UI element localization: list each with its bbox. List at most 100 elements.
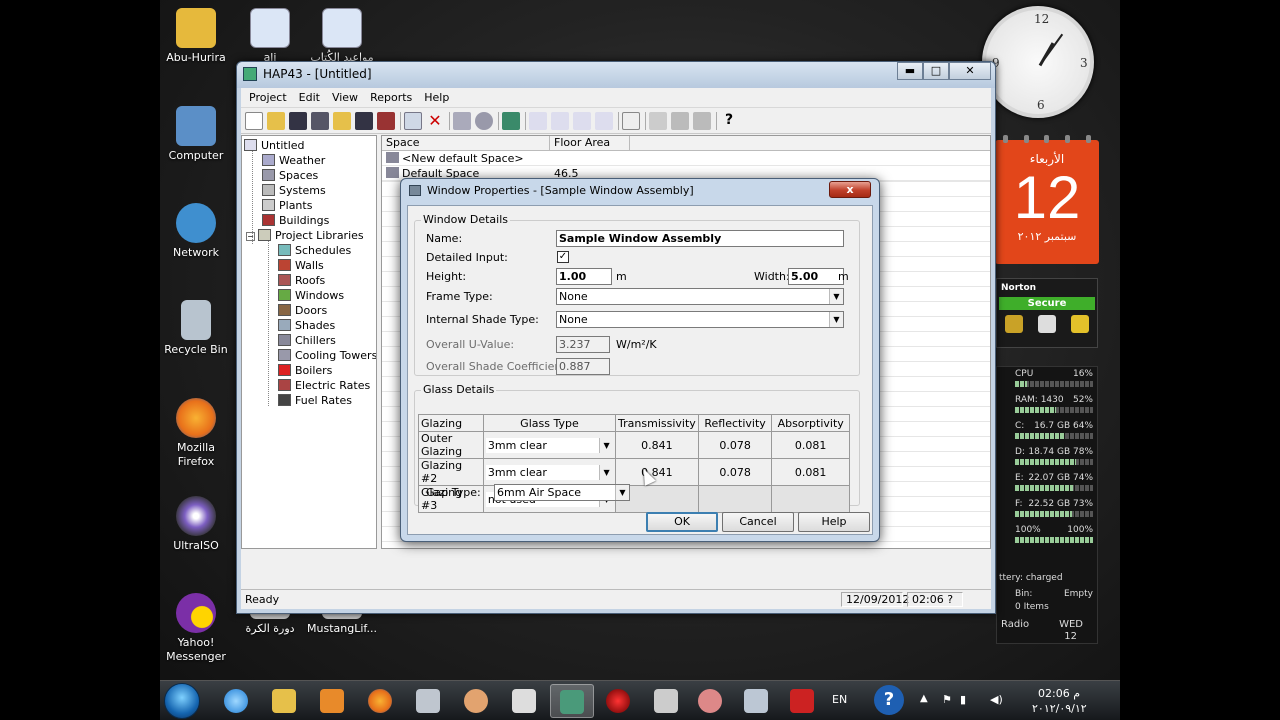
radio-label[interactable]: Radio [1001,619,1029,630]
tree-item-plants[interactable]: Plants [262,198,312,213]
norton-tools-icon[interactable] [1037,315,1056,333]
properties-icon[interactable] [453,111,471,130]
menu-project[interactable]: Project [243,91,293,104]
taskbar-media-player[interactable] [312,684,352,718]
tree-item-weather[interactable]: Weather [262,153,325,168]
list-view-icon[interactable] [573,111,591,130]
tree-item-walls[interactable]: Walls [278,258,324,273]
network-tray-icon[interactable]: ▮ [960,693,966,706]
tree-item-roofs[interactable]: Roofs [278,273,325,288]
edit-icon[interactable] [649,111,667,130]
glass-type-cell[interactable]: 3mm clear ▼ [482,431,617,459]
start-button[interactable] [164,683,200,719]
collapse-icon[interactable]: − [246,232,255,241]
cancel-button[interactable]: Cancel [722,512,794,532]
chevron-down-icon[interactable]: ▼ [829,312,843,327]
tree-item-buildings[interactable]: Buildings [262,213,329,228]
tree-item-chillers[interactable]: Chillers [278,333,336,348]
delete-icon[interactable]: ✕ [426,111,444,130]
menu-view[interactable]: View [326,91,364,104]
norton-gadget[interactable]: Norton Secure [996,278,1098,348]
chevron-down-icon[interactable]: ▼ [829,289,843,304]
tree-item-spaces[interactable]: Spaces [262,168,318,183]
desktop-icon-recycle-bin[interactable]: Recycle Bin [160,300,232,357]
save-icon[interactable] [289,111,307,130]
glass-type-cell[interactable]: 3mm clear ▼ [482,458,617,486]
clock-gadget[interactable]: 12 3 6 9 [982,6,1094,118]
taskbar-acrobat[interactable] [782,684,822,718]
building-icon[interactable] [502,111,520,130]
dialog-title-bar[interactable]: Window Properties - [Sample Window Assem… [401,179,879,203]
calendar-gadget[interactable]: الأربعاء 12 سبتمبر ٢٠١٢ [995,135,1099,264]
view-icon-1[interactable] [529,111,547,130]
tree-item-shades[interactable]: Shades [278,318,335,333]
norton-shield-icon[interactable] [1004,315,1023,333]
taskbar-record[interactable] [598,684,638,718]
taskbar-sync[interactable] [646,684,686,718]
chevron-down-icon[interactable]: ▼ [599,464,614,480]
name-field[interactable]: Sample Window Assembly [556,230,844,247]
save-red-icon[interactable] [377,111,395,130]
tree-item-fuel-rates[interactable]: Fuel Rates [278,393,352,408]
menu-edit[interactable]: Edit [293,91,326,104]
taskbar-calculator[interactable] [736,684,776,718]
gap-type-select[interactable]: 6mm Air Space ▼ [494,484,630,501]
report-icon[interactable] [622,111,640,130]
chevron-down-icon[interactable]: ▼ [599,437,614,453]
tray-arrow-icon[interactable]: ▲ [920,693,928,704]
taskbar-snipping[interactable] [690,684,730,718]
tray-date[interactable]: ٢٠١٢/٠٩/١٢ [1032,702,1087,715]
print-icon[interactable] [693,111,711,130]
taskbar-hap[interactable] [550,684,594,718]
tree-root[interactable]: Untitled [244,138,305,153]
hap-title-bar[interactable]: HAP43 - [Untitled] ▬ □ ✕ [237,62,995,88]
dialog-close-button[interactable]: x [829,181,871,198]
book-icon[interactable] [311,111,329,130]
desktop-icon-computer[interactable]: Computer [160,106,232,163]
minimize-button[interactable]: ▬ [897,62,923,80]
taskbar-explorer[interactable] [264,684,304,718]
desktop-icon-appointments[interactable]: مواعيد الكُتاب [306,8,378,65]
chart-icon[interactable] [671,111,689,130]
tree-item-boilers[interactable]: Boilers [278,363,332,378]
tree-item-project-libraries[interactable]: − Project Libraries [246,228,364,243]
menu-reports[interactable]: Reports [364,91,418,104]
help-icon[interactable]: ? [874,685,904,715]
chevron-down-icon[interactable]: ▼ [615,485,629,500]
tree-item-systems[interactable]: Systems [262,183,326,198]
tray-time[interactable]: 02:06 م [1038,687,1080,700]
desktop-icon-ali[interactable]: ali [234,8,306,65]
height-field[interactable]: 1.00 [556,268,612,285]
desktop-icon-yahoo-messenger[interactable]: Yahoo! Messenger [160,593,232,664]
column-header-floor-area[interactable]: Floor Area [550,136,630,150]
close-button[interactable]: ✕ [949,62,991,80]
column-header-space[interactable]: Space [382,136,550,150]
copy-icon[interactable] [404,111,422,130]
desktop-icon-ultraiso[interactable]: UltraISO [160,496,232,553]
glass-type-select[interactable]: 3mm clear ▼ [485,437,614,453]
taskbar-tool[interactable] [504,684,544,718]
help-button[interactable]: Help [798,512,870,532]
desktop-icon-network[interactable]: Network [160,203,232,260]
save-as-icon[interactable] [355,111,373,130]
language-indicator[interactable]: EN [832,693,847,706]
glass-type-select[interactable]: 3mm clear ▼ [485,464,614,480]
norton-check-icon[interactable] [1071,315,1090,333]
tree-item-windows[interactable]: Windows [278,288,344,303]
new-icon[interactable] [245,111,263,130]
tree-item-doors[interactable]: Doors [278,303,327,318]
ok-button[interactable]: OK [646,512,718,532]
taskbar-firefox[interactable] [360,684,400,718]
desktop-icon-abu-hurira[interactable]: Abu-Hurira [160,8,232,65]
tree-item-schedules[interactable]: Schedules [278,243,351,258]
taskbar-camera[interactable] [408,684,448,718]
view-icon-2[interactable] [551,111,569,130]
frame-type-select[interactable]: None ▼ [556,288,844,305]
compass-icon[interactable] [475,111,493,130]
menu-help[interactable]: Help [418,91,455,104]
internal-shade-select[interactable]: None ▼ [556,311,844,328]
details-view-icon[interactable] [595,111,613,130]
folder-open-icon[interactable] [333,111,351,130]
taskbar-app[interactable] [456,684,496,718]
desktop-icon-firefox[interactable]: Mozilla Firefox [160,398,232,469]
